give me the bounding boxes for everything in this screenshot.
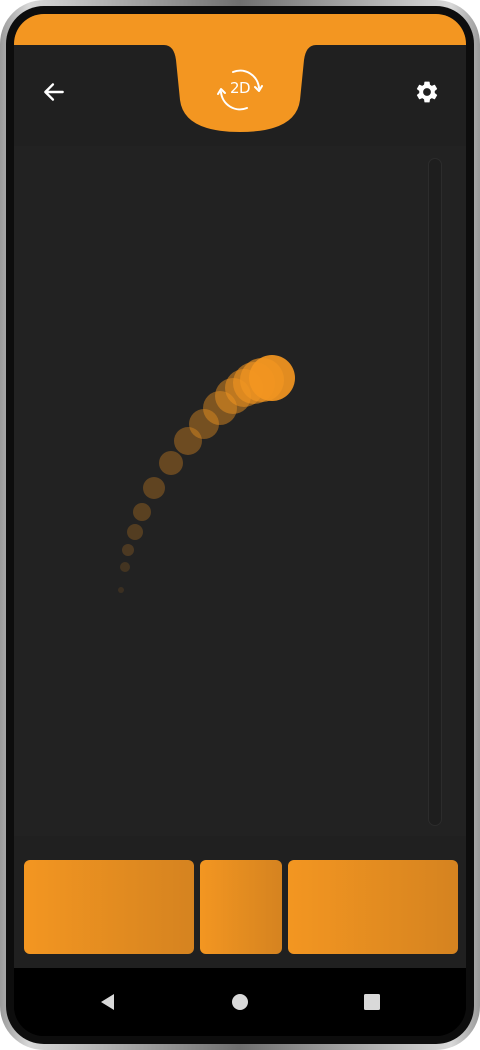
system-nav-bar bbox=[14, 968, 466, 1036]
drawing-canvas[interactable] bbox=[14, 146, 466, 836]
left-action-button[interactable] bbox=[24, 860, 194, 954]
top-bar: 2D bbox=[14, 14, 466, 146]
control-bar bbox=[14, 836, 466, 968]
trail-dot bbox=[127, 524, 143, 540]
motion-trail bbox=[118, 355, 295, 593]
settings-button[interactable] bbox=[409, 74, 445, 110]
gear-icon bbox=[416, 81, 438, 103]
trail-dot bbox=[133, 503, 151, 521]
trail-dot bbox=[118, 587, 124, 593]
scroll-track[interactable] bbox=[428, 158, 442, 826]
trail-dot bbox=[159, 451, 183, 475]
trail-dot bbox=[120, 562, 130, 572]
trail-dot bbox=[122, 544, 134, 556]
back-button[interactable] bbox=[36, 74, 72, 110]
ball[interactable] bbox=[249, 355, 295, 401]
trail-dot bbox=[143, 477, 165, 499]
nav-recents-button[interactable] bbox=[356, 986, 388, 1018]
mode-toggle-button[interactable]: 2D bbox=[214, 64, 266, 116]
triangle-back-icon bbox=[101, 994, 114, 1010]
app-screen: 2D bbox=[14, 14, 466, 1036]
nav-back-button[interactable] bbox=[92, 986, 124, 1018]
nav-home-button[interactable] bbox=[224, 986, 256, 1018]
right-action-button[interactable] bbox=[288, 860, 458, 954]
center-action-button[interactable] bbox=[200, 860, 282, 954]
circle-home-icon bbox=[232, 994, 248, 1010]
arrow-left-icon bbox=[44, 83, 64, 101]
mode-label: 2D bbox=[229, 79, 251, 97]
square-recents-icon bbox=[364, 994, 380, 1010]
